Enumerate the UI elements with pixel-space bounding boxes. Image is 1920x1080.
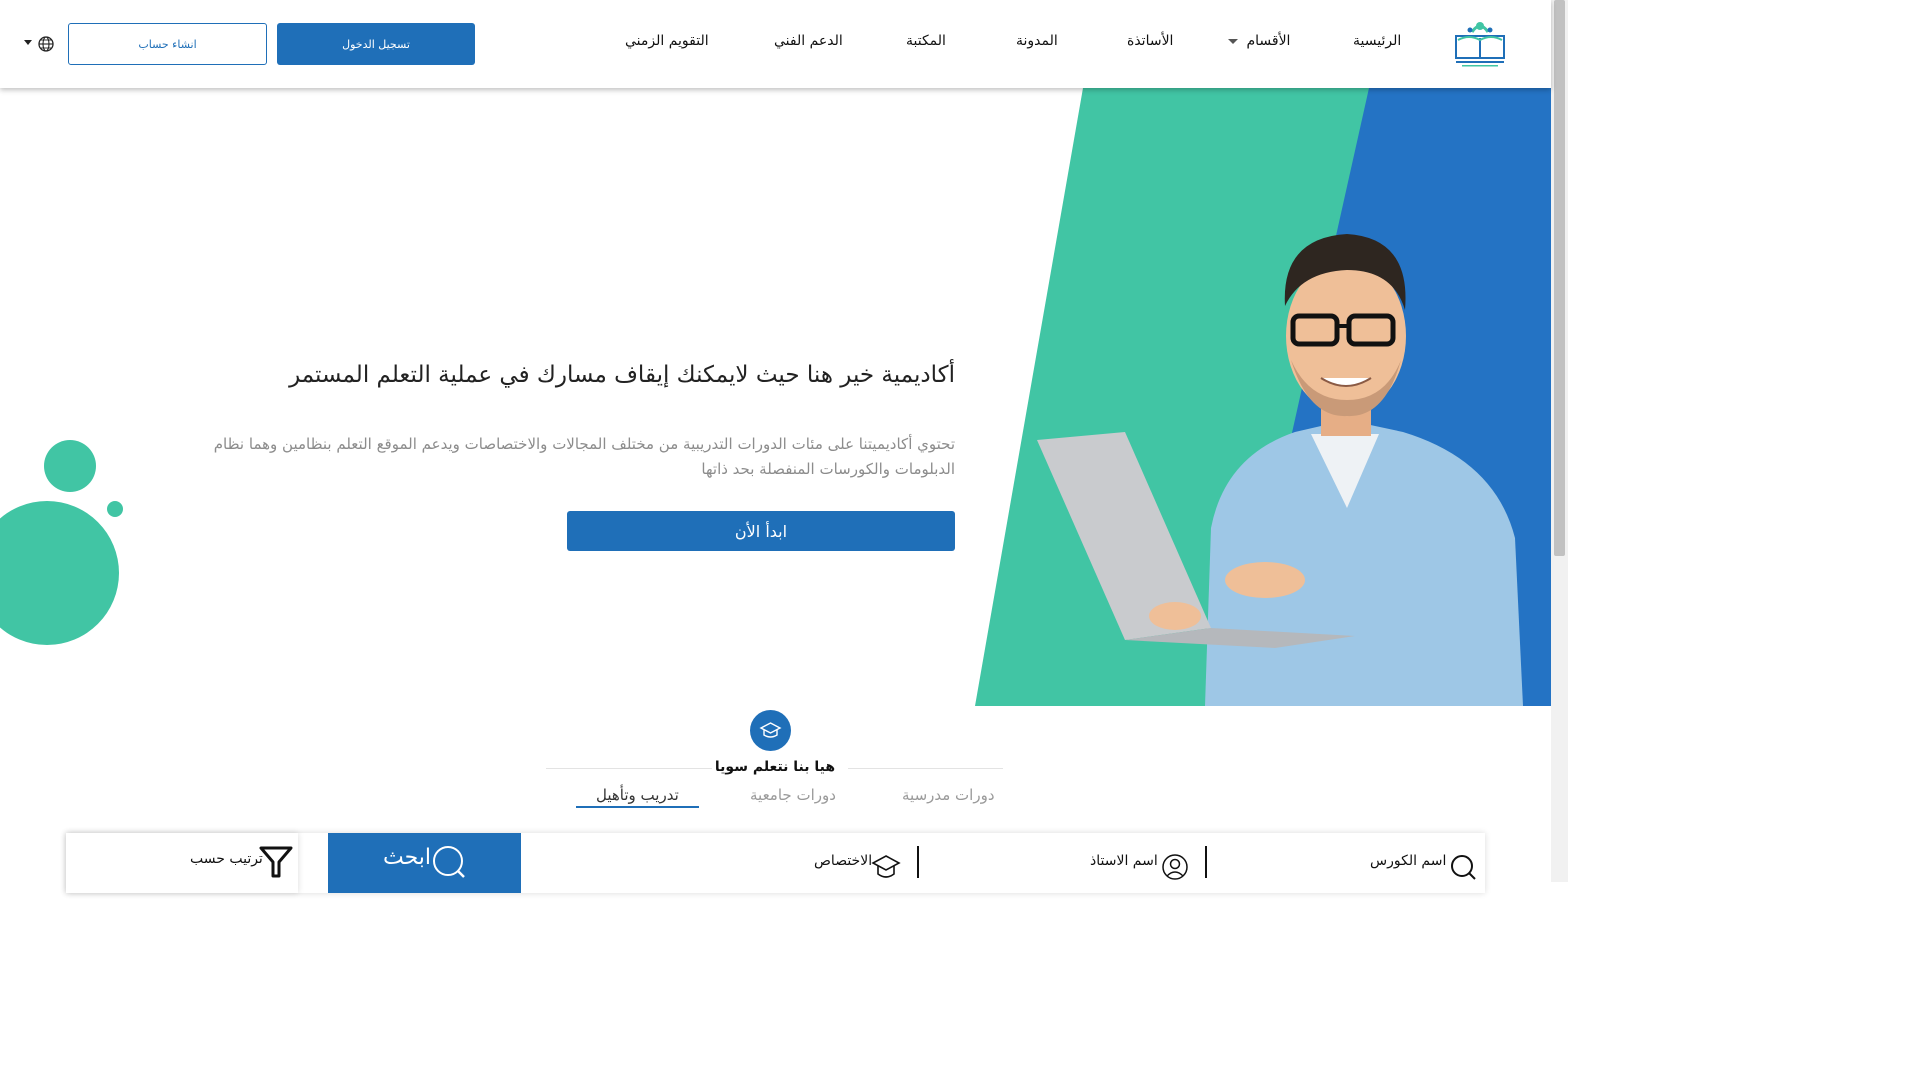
user-icon — [1162, 854, 1188, 880]
nav-library[interactable]: المكتبة — [906, 33, 946, 49]
tab-training[interactable]: تدريب وتأهيل — [596, 786, 679, 804]
field-divider — [1205, 846, 1207, 878]
section-title: هيا بنا نتعلم سويا — [714, 759, 836, 775]
nav-home[interactable]: الرئيسية — [1353, 33, 1401, 49]
hero-title: أكاديمية خير هنا حيث لايمكنك إيقاف مسارك… — [289, 362, 955, 388]
hero-illustration — [975, 88, 1551, 706]
graduation-cap-icon — [759, 722, 782, 738]
chevron-down-icon — [1228, 38, 1238, 44]
teacher-name-label: اسم الاستاذ — [1090, 853, 1158, 869]
search-icon — [1451, 855, 1476, 880]
chevron-down-icon — [24, 40, 32, 45]
hero-description: تحتوي أكاديميتنا على مئات الدورات التدري… — [213, 435, 955, 478]
academy-logo[interactable] — [1450, 16, 1510, 70]
nav-departments-label: الأقسام — [1246, 33, 1291, 49]
course-name-label: اسم الكورس — [1370, 853, 1447, 869]
teacher-name-field[interactable]: اسم الاستاذ — [1090, 853, 1158, 869]
divider-line — [546, 768, 712, 769]
register-button[interactable]: انشاء حساب — [68, 23, 267, 65]
course-name-field[interactable]: اسم الكورس — [1370, 853, 1446, 869]
globe-icon — [38, 36, 54, 52]
specialty-label: الاختصاص — [814, 853, 873, 869]
graduation-cap-icon — [871, 855, 901, 878]
section-badge — [750, 710, 791, 751]
nav-blog[interactable]: المدونة — [1016, 33, 1058, 49]
decorative-circles — [0, 440, 123, 645]
search-icon — [433, 846, 465, 878]
login-button[interactable]: تسجيل الدخول — [277, 23, 475, 65]
nav-support[interactable]: الدعم الفني — [774, 33, 843, 49]
specialty-field[interactable]: الاختصاص — [814, 853, 872, 869]
nav-calendar[interactable]: التقويم الزمني — [625, 33, 709, 49]
divider-line — [848, 768, 1003, 769]
page-scrollbar[interactable] — [1551, 0, 1568, 882]
tab-university-courses[interactable]: دورات جامعية — [750, 786, 836, 804]
field-divider — [917, 846, 919, 878]
filter-icon — [259, 846, 293, 878]
nav-teachers[interactable]: الأساتذة — [1127, 33, 1173, 49]
site-header: الرئيسية الأقسام الأساتذة المدونة المكتب… — [0, 0, 1551, 88]
search-button[interactable]: ابحث — [328, 833, 521, 893]
scrollbar-thumb[interactable] — [1554, 0, 1565, 556]
active-tab-indicator — [576, 806, 699, 808]
nav-departments[interactable]: الأقسام — [1228, 33, 1290, 49]
language-selector[interactable] — [22, 34, 58, 54]
tab-school-courses[interactable]: دورات مدرسية — [902, 786, 995, 804]
search-button-label: ابحث — [383, 845, 432, 870]
start-now-button[interactable]: ابدأ الأن — [567, 511, 955, 551]
sort-by-label: ترتيب حسب — [190, 851, 263, 867]
